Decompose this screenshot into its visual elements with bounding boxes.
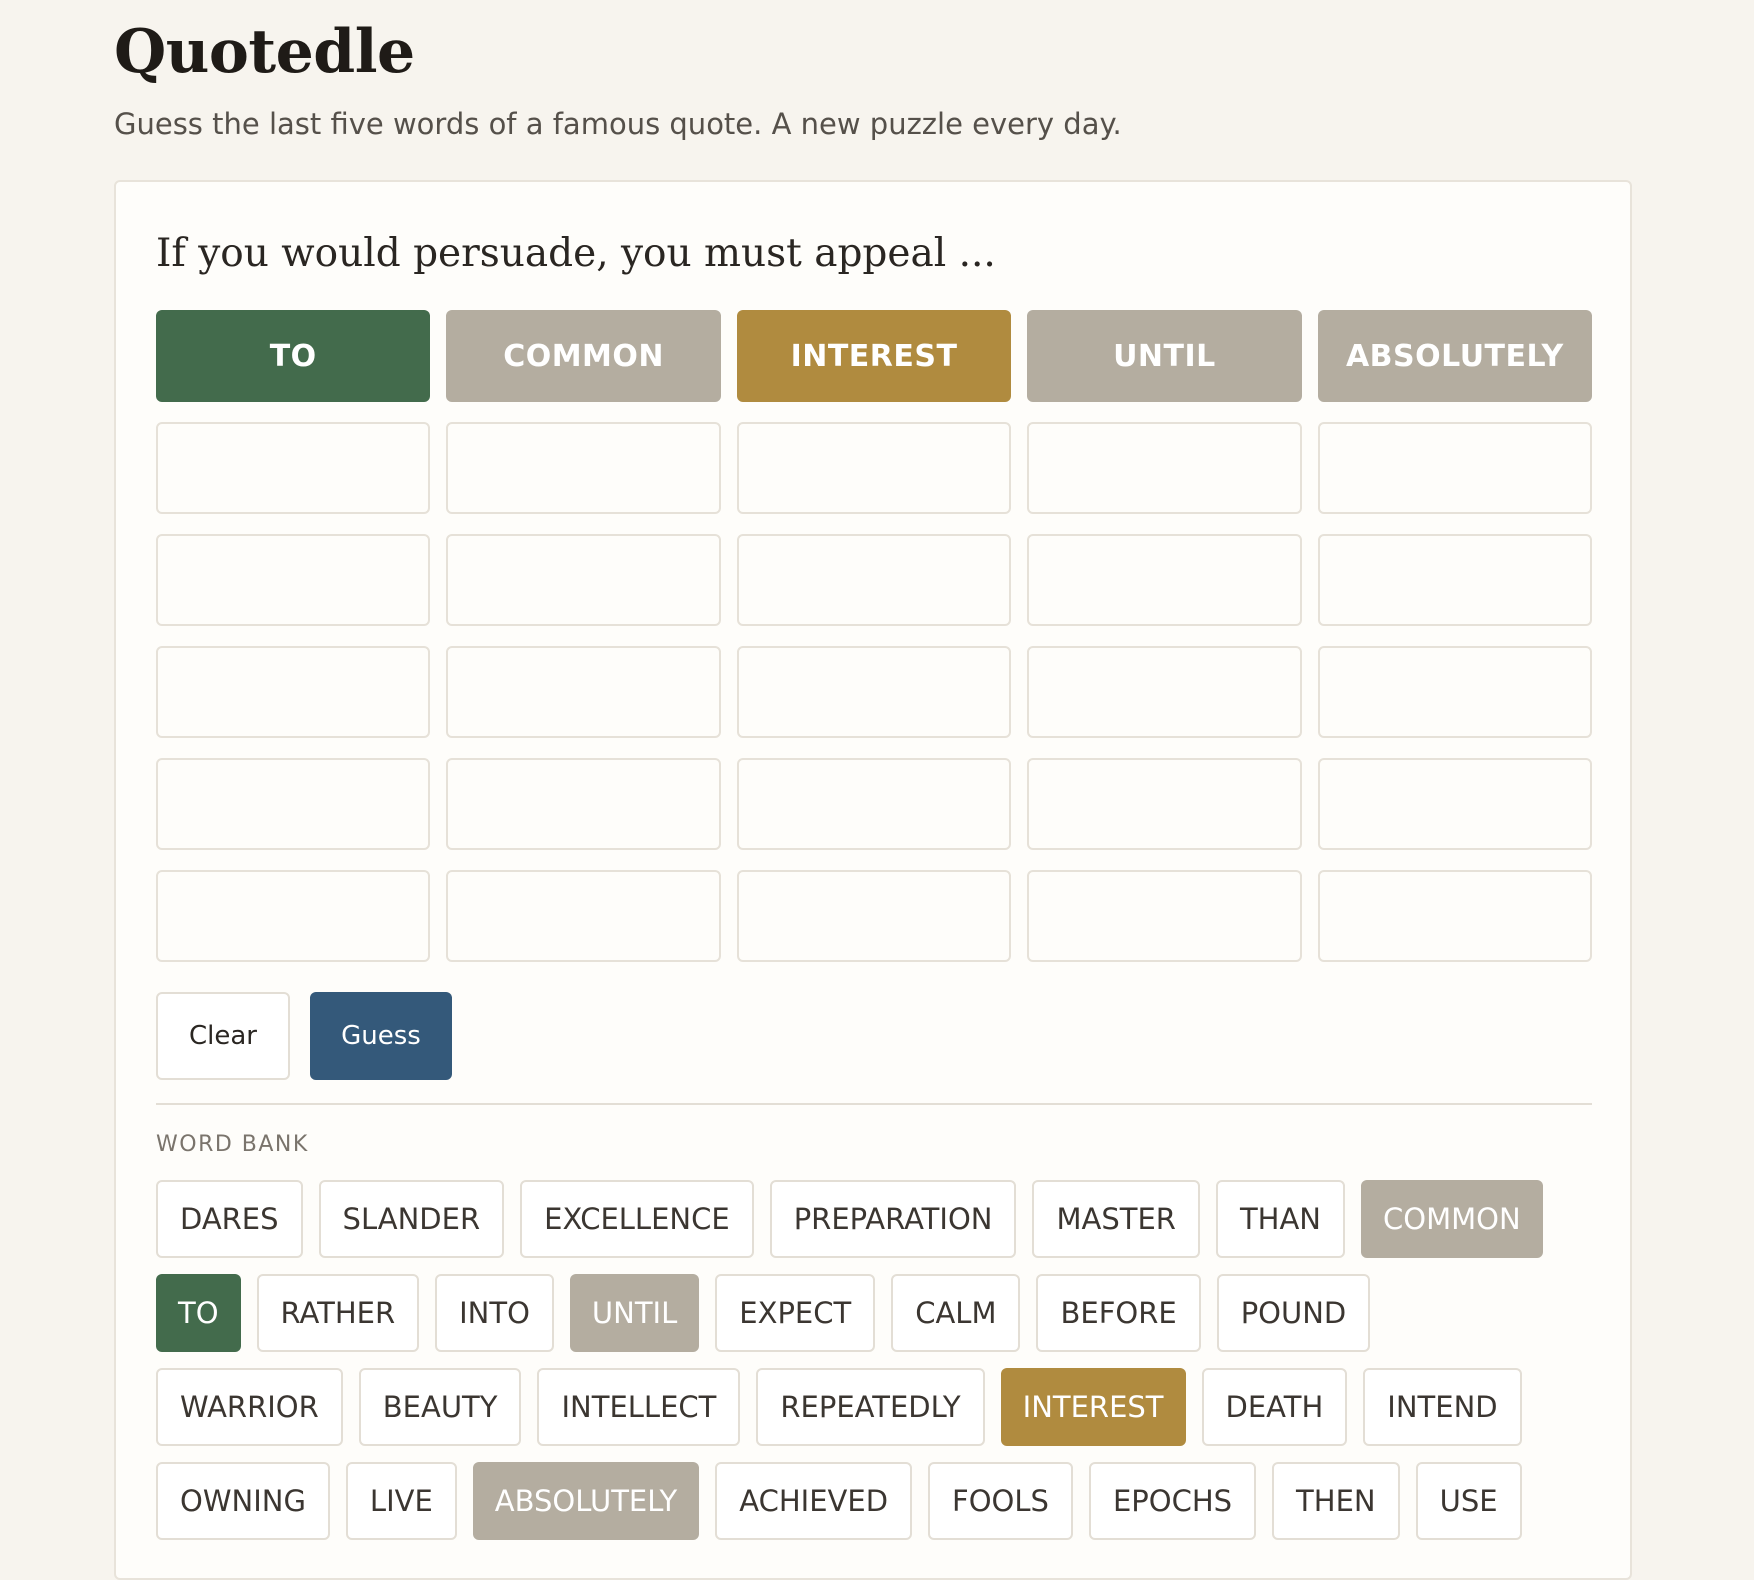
word-chip[interactable]: RATHER xyxy=(256,1274,420,1352)
word-bank-row: WARRIOR BEAUTY INTELLECT REPEATEDLY INTEREST… xyxy=(156,1368,1596,1446)
game-card: If you would persuade, you must appeal .… xyxy=(114,180,1632,1580)
word-chip[interactable]: CALM xyxy=(891,1274,1021,1352)
guess-tile-absent: UNTIL xyxy=(1027,310,1302,402)
word-chip[interactable]: DARES xyxy=(156,1180,303,1258)
word-chip[interactable]: SLANDER xyxy=(318,1180,505,1258)
guess-tile-empty xyxy=(1027,758,1302,850)
word-chip[interactable]: TO xyxy=(156,1274,241,1352)
word-chip[interactable]: OWNING xyxy=(156,1462,330,1540)
word-chip[interactable]: REPEATEDLY xyxy=(756,1368,985,1446)
guess-tile-empty xyxy=(446,758,721,850)
guess-tile-empty xyxy=(1027,646,1302,738)
guess-tile-empty xyxy=(736,646,1012,738)
guess-tile-empty xyxy=(1027,422,1302,514)
guess-tile-empty xyxy=(1317,646,1593,738)
guess-grid: TO COMMON INTEREST UNTIL ABSOLUTELY xyxy=(156,310,1593,982)
guess-tile-empty xyxy=(1317,758,1593,850)
word-bank-row: TO RATHER INTO UNTIL EXPECT CALM BEFORE POUND xyxy=(156,1274,1596,1352)
word-chip[interactable]: INTO xyxy=(435,1274,554,1352)
guess-row xyxy=(156,646,1593,738)
word-chip[interactable]: WARRIOR xyxy=(156,1368,343,1446)
word-chip[interactable]: THAN xyxy=(1215,1180,1345,1258)
guess-row: TO COMMON INTEREST UNTIL ABSOLUTELY xyxy=(156,310,1593,402)
guess-tile-absent: ABSOLUTELY xyxy=(1317,310,1593,402)
page-title: Quotedle xyxy=(114,17,415,87)
word-chip[interactable]: INTEND xyxy=(1363,1368,1522,1446)
word-chip[interactable]: COMMON xyxy=(1361,1180,1543,1258)
guess-tile-empty xyxy=(156,534,431,626)
guess-row xyxy=(156,870,1593,962)
word-bank-row: OWNING LIVE ABSOLUTELY ACHIEVED FOOLS EPOCHS T… xyxy=(156,1462,1596,1540)
action-bar: Clear Guess xyxy=(156,992,452,1080)
word-chip[interactable]: MASTER xyxy=(1032,1180,1200,1258)
guess-tile-empty xyxy=(736,422,1012,514)
guess-row xyxy=(156,422,1593,514)
guess-tile-empty xyxy=(1027,534,1302,626)
word-chip[interactable]: INTELLECT xyxy=(537,1368,741,1446)
guess-tile-empty xyxy=(736,534,1012,626)
word-chip[interactable]: DEATH xyxy=(1201,1368,1348,1446)
word-chip[interactable]: UNTIL xyxy=(569,1274,700,1352)
guess-tile-empty xyxy=(446,870,721,962)
word-chip[interactable]: THEN xyxy=(1272,1462,1400,1540)
guess-tile-empty xyxy=(1317,422,1593,514)
word-chip[interactable]: EXCELLENCE xyxy=(520,1180,754,1258)
guess-tile-empty xyxy=(156,422,431,514)
guess-tile-empty xyxy=(156,758,431,850)
guess-tile-empty xyxy=(446,422,721,514)
word-chip[interactable]: POUND xyxy=(1216,1274,1371,1352)
quote-prompt: If you would persuade, you must appeal .… xyxy=(156,231,996,276)
word-chip[interactable]: BEFORE xyxy=(1036,1274,1201,1352)
guess-row xyxy=(156,758,1593,850)
word-chip[interactable]: PREPARATION xyxy=(769,1180,1017,1258)
quotedle-page: Quotedle Guess the last five words of a … xyxy=(0,0,1754,1580)
word-chip[interactable]: BEAUTY xyxy=(358,1368,522,1446)
guess-tile-empty xyxy=(446,646,721,738)
word-bank-label: WORD BANK xyxy=(156,1132,309,1157)
guess-tile-empty xyxy=(1027,870,1302,962)
word-bank-row: DARES SLANDER EXCELLENCE PREPARATION MASTER T… xyxy=(156,1180,1596,1258)
page-subtitle: Guess the last five words of a famous qu… xyxy=(114,107,1122,141)
guess-tile-empty xyxy=(1317,870,1593,962)
guess-tile-empty xyxy=(736,758,1012,850)
section-divider xyxy=(156,1103,1592,1105)
guess-tile-empty xyxy=(736,870,1012,962)
guess-tile-present: INTEREST xyxy=(736,310,1012,402)
word-chip[interactable]: EXPECT xyxy=(715,1274,876,1352)
word-chip[interactable]: INTEREST xyxy=(1000,1368,1186,1446)
word-bank: DARES SLANDER EXCELLENCE PREPARATION MASTER T… xyxy=(156,1180,1596,1556)
guess-button[interactable]: Guess xyxy=(310,992,452,1080)
clear-button[interactable]: Clear xyxy=(156,992,290,1080)
guess-row xyxy=(156,534,1593,626)
word-chip[interactable]: ABSOLUTELY xyxy=(472,1462,700,1540)
word-chip[interactable]: FOOLS xyxy=(928,1462,1073,1540)
guess-tile-empty xyxy=(446,534,721,626)
guess-tile-empty xyxy=(156,646,431,738)
word-chip[interactable]: LIVE xyxy=(345,1462,457,1540)
guess-tile-empty xyxy=(156,870,431,962)
guess-tile-absent: COMMON xyxy=(446,310,721,402)
guess-tile-empty xyxy=(1317,534,1593,626)
word-chip[interactable]: EPOCHS xyxy=(1088,1462,1257,1540)
word-chip[interactable]: USE xyxy=(1415,1462,1522,1540)
guess-tile-correct: TO xyxy=(156,310,431,402)
word-chip[interactable]: ACHIEVED xyxy=(715,1462,913,1540)
